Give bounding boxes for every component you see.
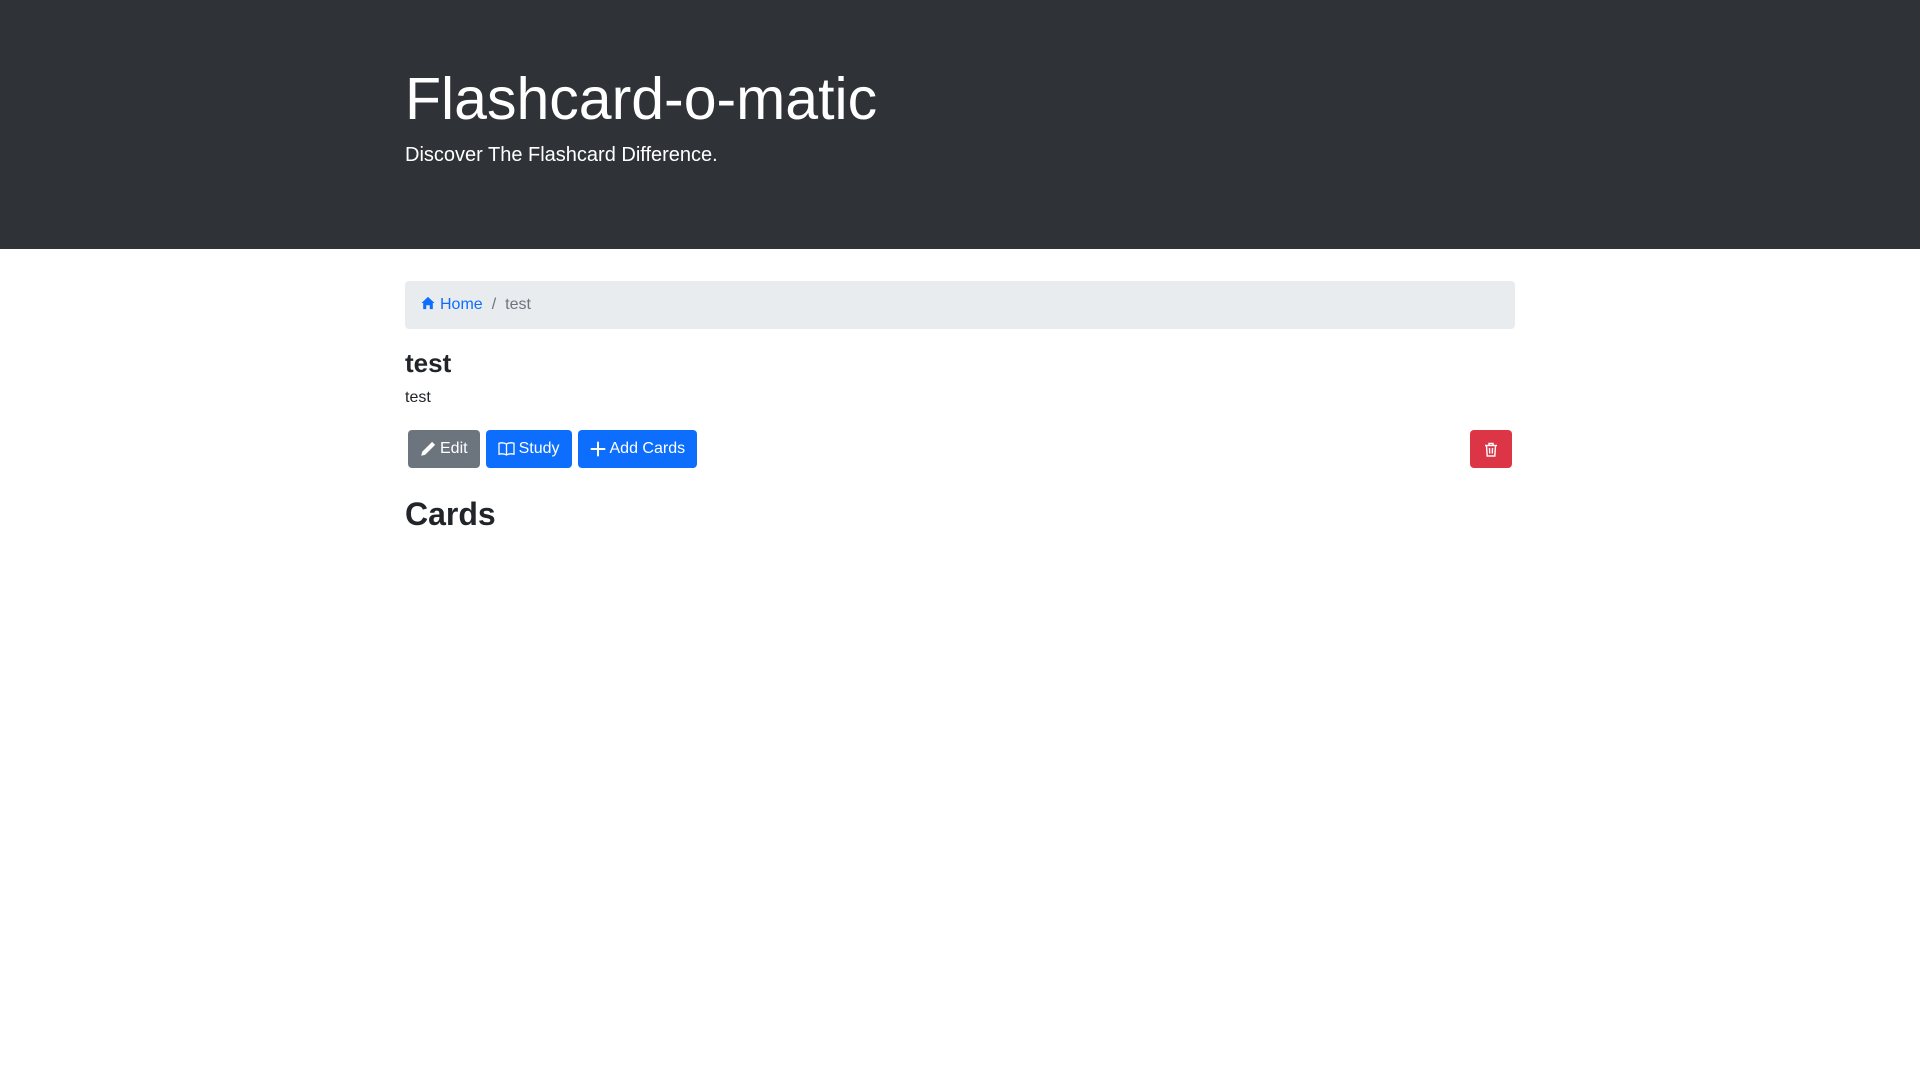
app-title: Flashcard-o-matic bbox=[405, 66, 878, 132]
house-icon bbox=[421, 296, 435, 315]
add-cards-button[interactable]: Add Cards bbox=[577, 430, 698, 468]
header-container: Flashcard-o-matic Discover The Flashcard… bbox=[405, 0, 1515, 168]
trash-icon bbox=[1484, 442, 1498, 457]
breadcrumb-separator: / bbox=[491, 296, 497, 313]
app-subtitle: Discover The Flashcard Difference. bbox=[405, 144, 718, 166]
breadcrumb-current: test bbox=[505, 296, 531, 313]
deck-name: test bbox=[405, 348, 452, 378]
breadcrumb-home-link[interactable]: Home bbox=[421, 296, 483, 315]
main-content: Home / test test test Edit Study Add Car… bbox=[405, 281, 1515, 534]
edit-button[interactable]: Edit bbox=[408, 430, 480, 468]
study-label: Study bbox=[518, 440, 560, 457]
edit-label: Edit bbox=[440, 440, 468, 457]
app-header: Flashcard-o-matic Discover The Flashcard… bbox=[0, 0, 1920, 249]
delete-deck-button[interactable] bbox=[1470, 430, 1512, 468]
add-cards-label: Add Cards bbox=[609, 440, 686, 457]
breadcrumb: Home / test bbox=[405, 281, 1515, 329]
study-button[interactable]: Study bbox=[485, 430, 572, 468]
breadcrumb-home-label: Home bbox=[440, 296, 483, 313]
pencil-icon bbox=[420, 441, 436, 457]
book-icon bbox=[497, 441, 515, 457]
cards-heading: Cards bbox=[405, 496, 496, 532]
deck-description: test bbox=[405, 389, 431, 406]
plus-icon bbox=[590, 441, 606, 457]
deck-actions: Edit Study Add Cards bbox=[405, 430, 1515, 468]
